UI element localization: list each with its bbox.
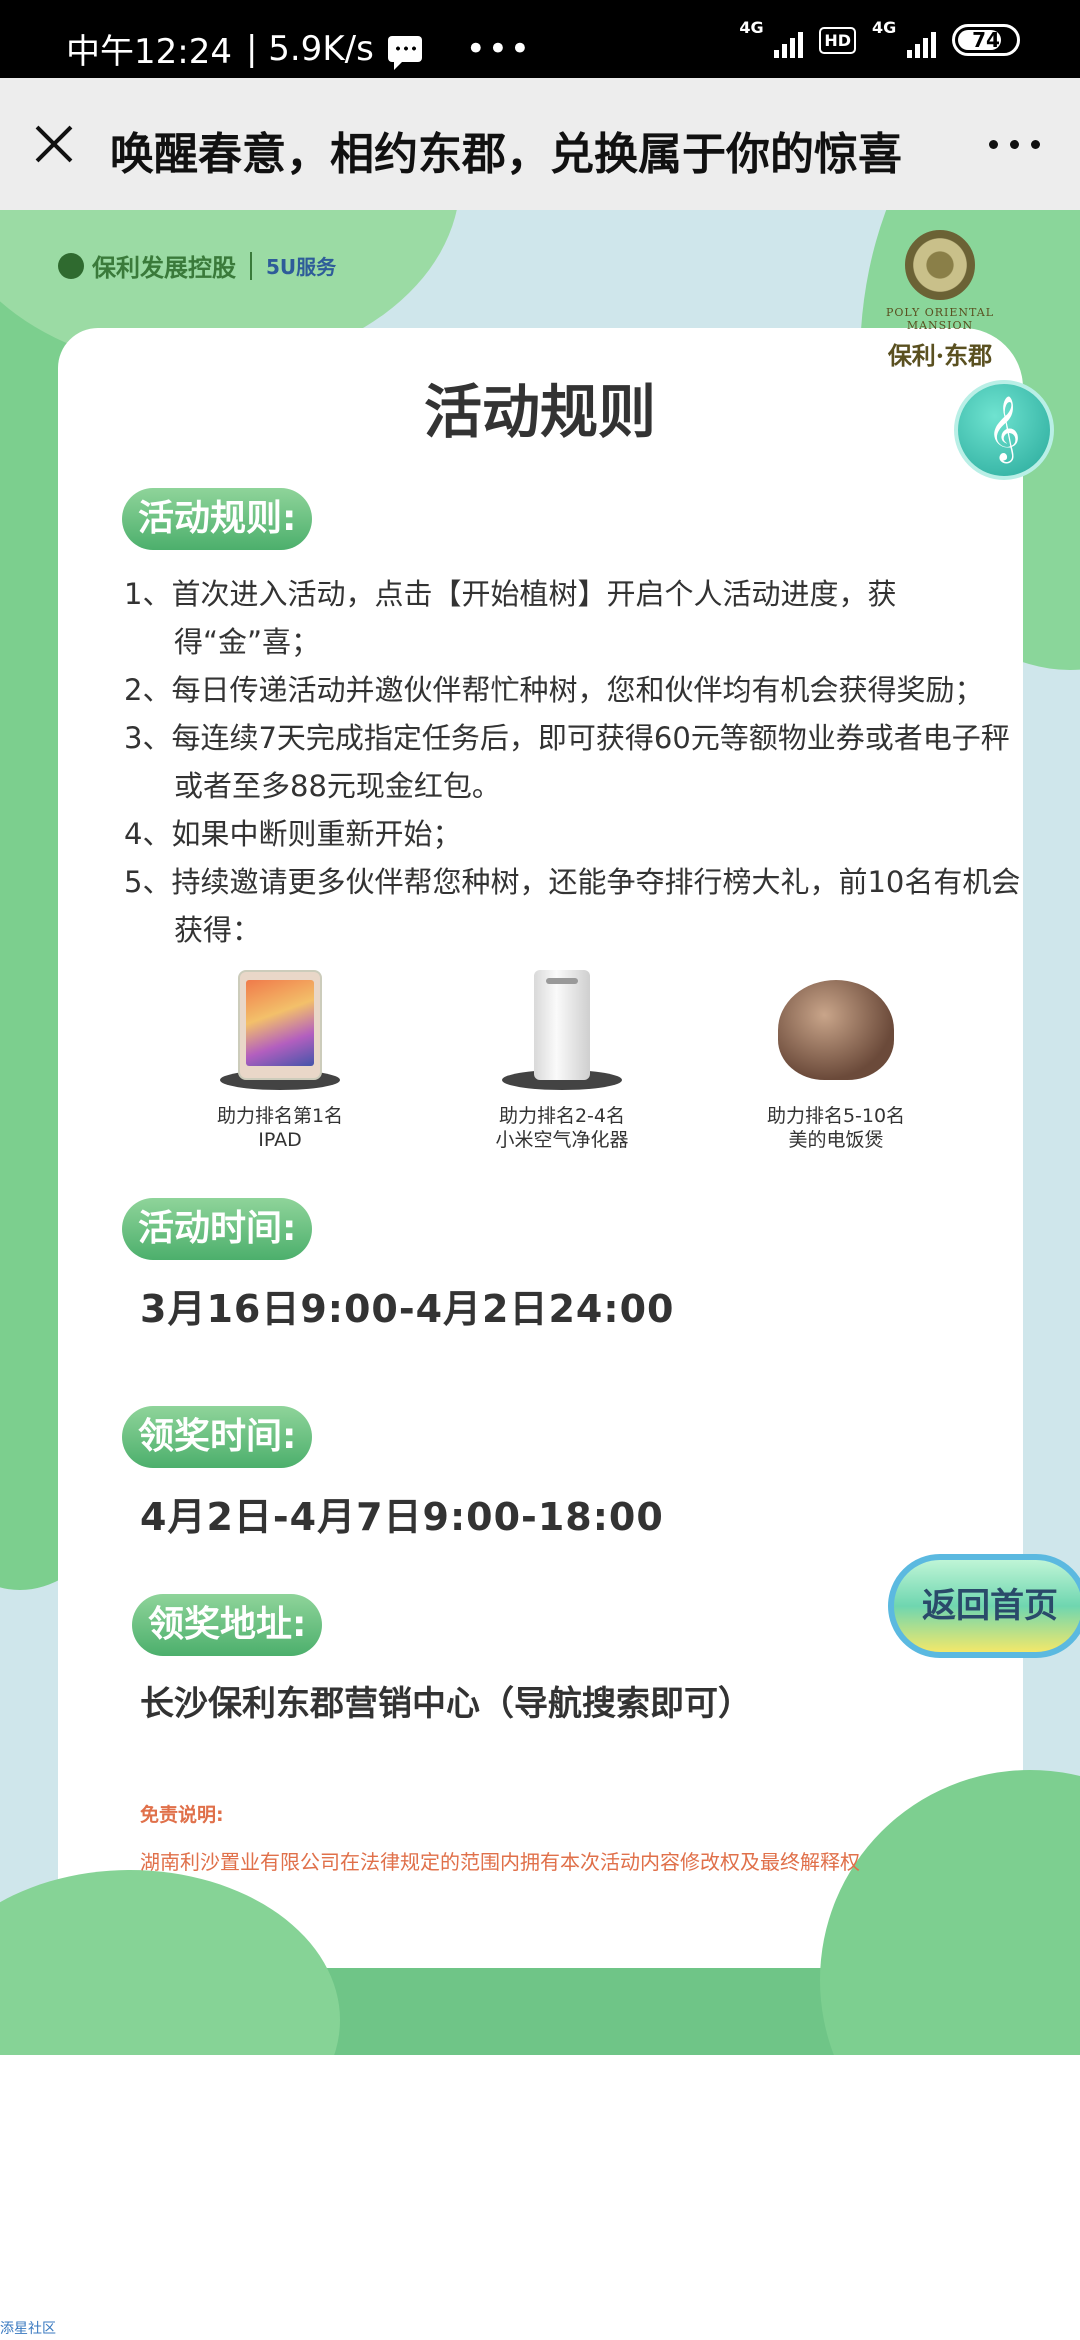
event-time-value: 3月16日9:00-4月2日24:00: [140, 1287, 675, 1331]
emblem-seal-icon: [905, 230, 975, 300]
status-left: 中午12:24 | 5.9K/s •••: [66, 24, 532, 73]
project-emblem: POLY ORIENTAL MANSION 保利·东郡: [860, 230, 1020, 371]
more-menu-icon[interactable]: [989, 140, 1040, 149]
disclaimer-title: 免责说明:: [140, 1804, 224, 1826]
ipad-image: [180, 970, 380, 1090]
signal-label: 4G: [739, 18, 764, 37]
prize-rank: 助力排名2-4名: [498, 1105, 626, 1127]
page-title: 唤醒春意，相约东郡，兑换属于你的惊喜: [110, 129, 902, 180]
prize-cooker: 助力排名5-10名 美的电饭煲: [736, 970, 936, 1152]
signal-icon-2: 4G: [872, 18, 936, 58]
prize-item: 美的电饭煲: [788, 1129, 884, 1151]
rice-cooker-image: [736, 970, 936, 1090]
prize-rank: 助力排名第1名: [216, 1105, 344, 1127]
brand-divider: [250, 251, 252, 280]
back-home-button[interactable]: 返回首页: [888, 1554, 1080, 1658]
rule-item: 3、每连续7天完成指定任务后，即可获得60元等额物业券或者电子秤或者至多88元现…: [124, 721, 1010, 803]
rule-item: 5、持续邀请更多伙伴帮您种树，还能争夺排行榜大礼，前10名有机会获得：: [124, 865, 1021, 947]
air-purifier-image: [462, 970, 662, 1090]
poly-logo-icon: [58, 252, 84, 279]
rules-list: 1、首次进入活动，点击【开始植树】开启个人活动进度，获得“金”喜； 2、每日传递…: [124, 570, 1024, 954]
signal-label-2: 4G: [872, 18, 897, 37]
prize-purifier: 助力排名2-4名 小米空气净化器: [462, 970, 662, 1152]
prize-rank: 助力排名5-10名: [766, 1105, 906, 1127]
footer-watermark: 添星社区: [0, 2321, 56, 2337]
claim-time-value: 4月2日-4月7日9:00-18:00: [140, 1495, 664, 1539]
prize-item: IPAD: [258, 1129, 302, 1151]
event-time-label: 活动时间:: [122, 1198, 313, 1260]
rule-item: 4、如果中断则重新开始；: [124, 817, 462, 851]
title-bar: 唤醒春意，相约东郡，兑换属于你的惊喜: [0, 78, 1080, 210]
status-time: 中午12:24: [66, 32, 232, 72]
prize-ipad: 助力排名第1名 IPAD: [180, 970, 380, 1152]
rules-label: 活动规则:: [122, 488, 313, 550]
battery-icon: 74: [952, 24, 1020, 56]
status-right: 4G HD 4G 74: [739, 18, 1020, 58]
rule-item: 2、每日传递活动并邀伙伴帮忙种树，您和伙伴均有机会获得奖励；: [124, 673, 984, 707]
message-icon: [387, 35, 422, 70]
close-icon[interactable]: [26, 116, 82, 172]
emblem-english: POLY ORIENTAL MANSION: [885, 306, 995, 332]
brand-logo: 保利发展控股 5U服务: [58, 248, 336, 283]
rule-item: 1、首次进入活动，点击【开始植树】开启个人活动进度，获得“金”喜；: [124, 577, 897, 659]
claim-address-value: 长沙保利东郡营销中心（导航搜索即可）: [140, 1684, 752, 1724]
claim-time-label: 领奖时间:: [122, 1406, 313, 1468]
brand-service: 5U服务: [266, 255, 337, 279]
event-poster: 保利发展控股 5U服务 POLY ORIENTAL MANSION 保利·东郡 …: [0, 210, 1080, 2055]
battery-level: 74: [972, 28, 1000, 52]
hd-icon: HD: [819, 26, 856, 54]
network-speed: | 5.9K/s: [245, 28, 374, 69]
brand-name: 保利发展控股: [92, 254, 236, 282]
disclaimer-text: 湖南利沙置业有限公司在法律规定的范围内拥有本次活动内容修改权及最终解释权: [140, 1850, 860, 1874]
claim-address-label: 领奖地址:: [132, 1594, 323, 1656]
status-bar: 中午12:24 | 5.9K/s ••• 4G HD 4G 74: [0, 0, 1080, 78]
rules-heading: 活动规则: [423, 378, 656, 446]
prize-item: 小米空气净化器: [495, 1129, 629, 1151]
more-notifications-icon: •••: [465, 28, 532, 69]
signal-icon: 4G: [739, 18, 804, 58]
